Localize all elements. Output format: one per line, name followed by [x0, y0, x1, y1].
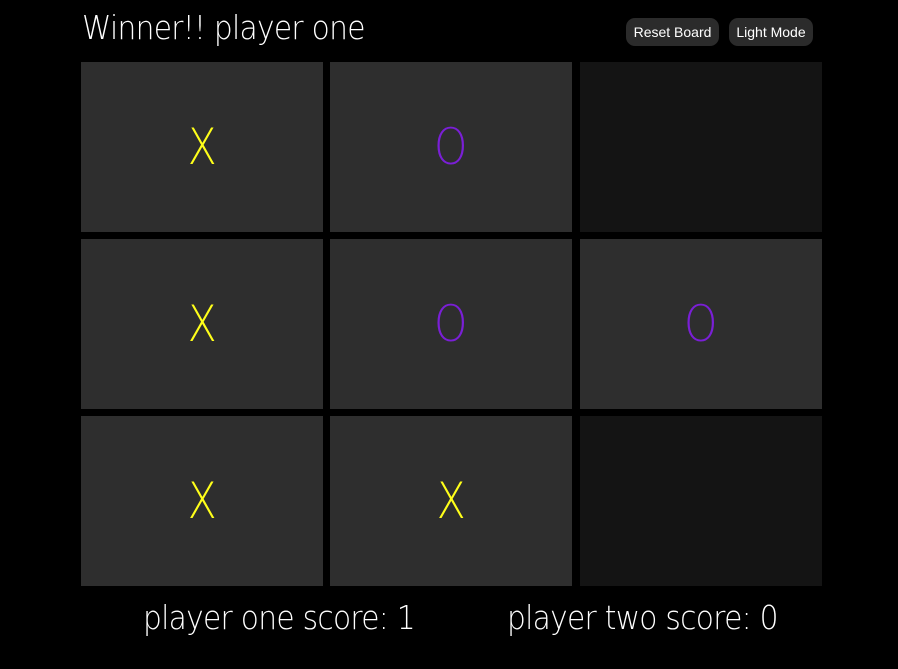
- board-cell-9[interactable]: [580, 416, 822, 586]
- reset-board-button[interactable]: Reset Board: [626, 18, 719, 46]
- game-status: Winner!! player one: [82, 8, 365, 47]
- light-mode-button[interactable]: Light Mode: [729, 18, 813, 46]
- player-two-score: player two score: 0: [507, 598, 779, 637]
- board-cell-2[interactable]: O: [330, 62, 572, 232]
- board-cell-5[interactable]: O: [330, 239, 572, 409]
- cell-mark: O: [434, 295, 468, 353]
- game-page: Winner!! player one Reset Board Light Mo…: [0, 0, 898, 669]
- board-cell-6[interactable]: O: [580, 239, 822, 409]
- cell-mark: O: [434, 118, 468, 176]
- board-cell-4[interactable]: X: [81, 239, 323, 409]
- player-one-score: player one score: 1: [143, 598, 416, 637]
- game-board: X O X O O X X: [81, 62, 822, 586]
- cell-mark: X: [187, 118, 217, 176]
- board-cell-7[interactable]: X: [81, 416, 323, 586]
- board-cell-3[interactable]: [580, 62, 822, 232]
- cell-mark: X: [436, 472, 466, 530]
- header: Winner!! player one Reset Board Light Mo…: [81, 0, 822, 60]
- board-cell-1[interactable]: X: [81, 62, 323, 232]
- cell-mark: X: [187, 295, 217, 353]
- board-cell-8[interactable]: X: [330, 416, 572, 586]
- cell-mark: X: [187, 472, 217, 530]
- cell-mark: O: [684, 295, 718, 353]
